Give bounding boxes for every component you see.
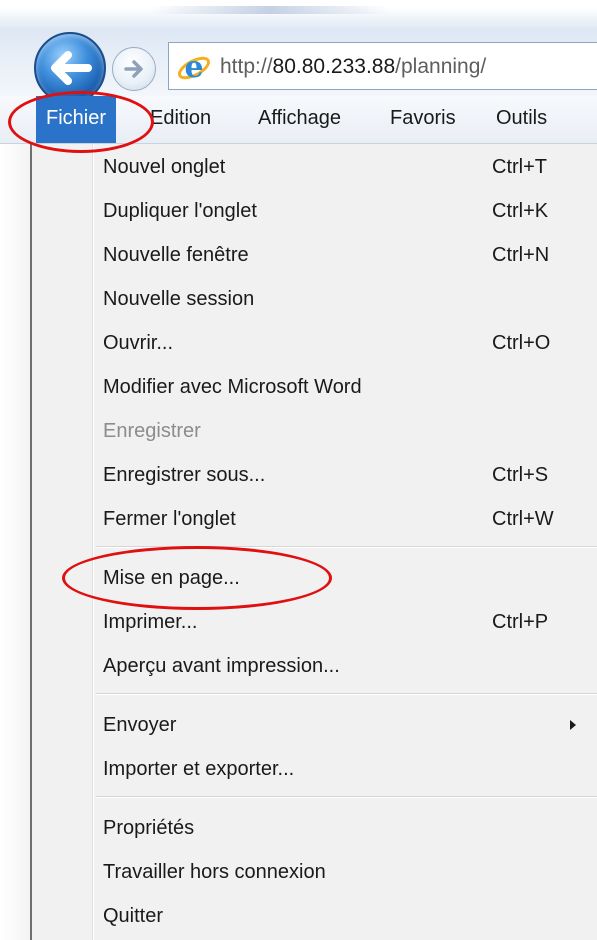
menu-item-label: Envoyer xyxy=(103,714,177,736)
menu-separator xyxy=(96,796,597,798)
menu-affichage[interactable]: Affichage xyxy=(248,96,351,143)
forward-arrow-icon xyxy=(124,60,143,78)
menu-item-quit[interactable]: Quitter xyxy=(32,894,597,938)
menu-item-new-session[interactable]: Nouvelle session xyxy=(32,277,597,321)
menu-item-save: Enregistrer xyxy=(32,409,597,453)
menu-item-label: Modifier avec Microsoft Word xyxy=(103,376,362,398)
menu-item-shortcut: Ctrl+P xyxy=(492,611,549,633)
internet-explorer-icon: e xyxy=(177,50,211,85)
menu-item-print-preview[interactable]: Aperçu avant impression... xyxy=(32,644,597,688)
menu-item-shortcut: Ctrl+T xyxy=(492,156,547,178)
menu-item-duplicate-tab[interactable]: Dupliquer l'onglet Ctrl+K xyxy=(32,189,597,233)
menu-item-label: Ouvrir... xyxy=(103,332,174,354)
menu-item-edit-with-word[interactable]: Modifier avec Microsoft Word xyxy=(32,365,597,409)
url-prefix: http:// xyxy=(220,55,273,78)
menu-item-new-window[interactable]: Nouvelle fenêtre Ctrl+N xyxy=(32,233,597,277)
menu-item-shortcut: Ctrl+W xyxy=(492,508,554,530)
submenu-arrow-icon xyxy=(570,720,576,730)
annotation-circle-fichier xyxy=(8,91,154,153)
menu-item-label: Travailler hors connexion xyxy=(103,861,326,883)
url-host: 80.80.233.88 xyxy=(272,55,396,78)
page-left-strip xyxy=(0,144,30,940)
menu-item-properties[interactable]: Propriétés xyxy=(32,806,597,850)
menu-outils[interactable]: Outils xyxy=(486,96,557,143)
menu-item-print[interactable]: Imprimer... Ctrl+P xyxy=(32,600,597,644)
menu-item-work-offline[interactable]: Travailler hors connexion xyxy=(32,850,597,894)
menu-item-label: Nouvel onglet xyxy=(103,156,226,178)
menu-item-label: Dupliquer l'onglet xyxy=(103,200,257,222)
menu-item-save-as[interactable]: Enregistrer sous... Ctrl+S xyxy=(32,453,597,497)
menu-item-label: Enregistrer xyxy=(103,420,201,442)
forward-button[interactable] xyxy=(112,47,156,91)
menu-item-shortcut: Ctrl+S xyxy=(492,464,549,486)
menu-item-label: Nouvelle session xyxy=(103,288,255,310)
menu-item-label: Quitter xyxy=(103,905,164,927)
menu-favoris[interactable]: Favoris xyxy=(380,96,466,143)
annotation-circle-page-setup xyxy=(62,546,332,610)
menu-item-open[interactable]: Ouvrir... Ctrl+O xyxy=(32,321,597,365)
menu-item-new-tab[interactable]: Nouvel onglet Ctrl+T xyxy=(32,145,597,189)
menu-item-import-export[interactable]: Importer et exporter... xyxy=(32,747,597,791)
svg-text:e: e xyxy=(184,50,203,85)
menu-item-label: Enregistrer sous... xyxy=(103,464,266,486)
menu-item-shortcut: Ctrl+O xyxy=(492,332,551,354)
menu-item-shortcut: Ctrl+K xyxy=(492,200,549,222)
menu-separator xyxy=(96,693,597,695)
url-path: /planning/ xyxy=(395,55,487,78)
menu-item-label: Propriétés xyxy=(103,817,195,839)
menu-item-label: Aperçu avant impression... xyxy=(103,655,340,677)
menu-item-close-tab[interactable]: Fermer l'onglet Ctrl+W xyxy=(32,497,597,541)
menu-item-label: Fermer l'onglet xyxy=(103,508,236,530)
menu-item-label: Nouvelle fenêtre xyxy=(103,244,249,266)
menu-item-send[interactable]: Envoyer xyxy=(32,703,597,747)
toolbar-top-fade xyxy=(150,6,390,14)
menu-item-shortcut: Ctrl+N xyxy=(492,244,550,266)
address-url[interactable]: http://80.80.233.88/planning/ xyxy=(220,55,486,79)
menu-item-label: Importer et exporter... xyxy=(103,758,295,780)
